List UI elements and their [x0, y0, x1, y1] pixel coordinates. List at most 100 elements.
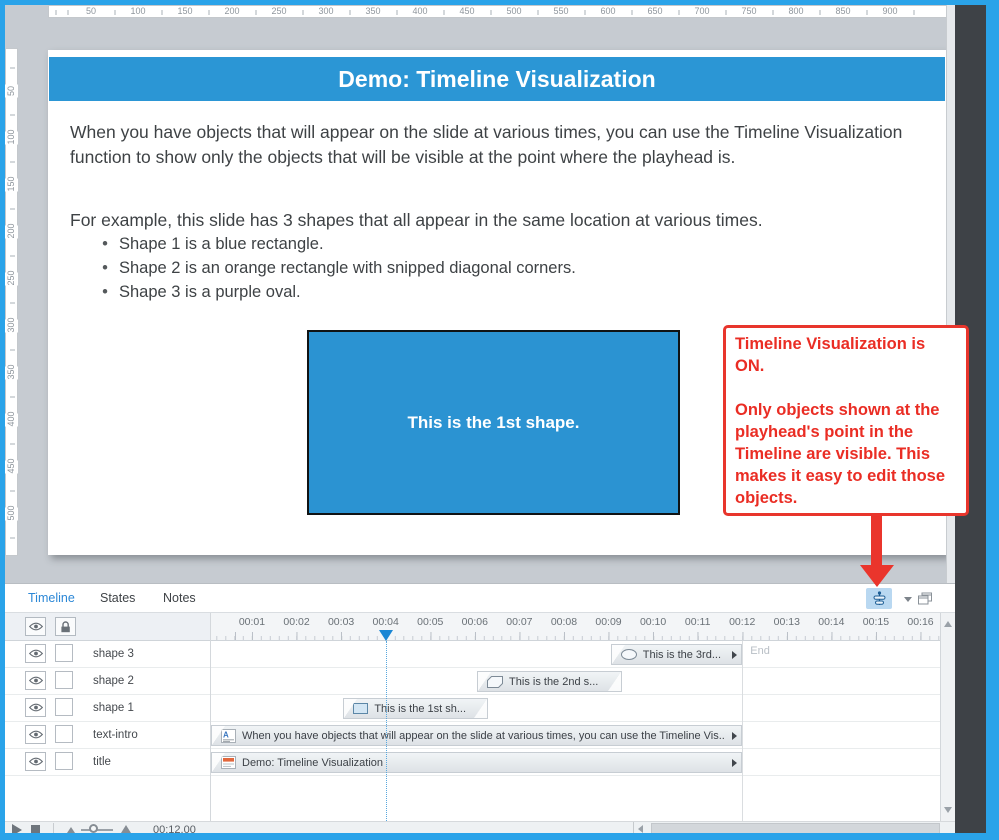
chevron-down-icon[interactable]: [904, 597, 912, 602]
timeline-row-text-intro: text-intro A When you have objects that …: [5, 722, 940, 749]
timeline-header-left: [5, 613, 210, 641]
time-label: 00:10: [639, 616, 667, 628]
zoom-in-icon[interactable]: [121, 825, 131, 833]
divider: [53, 823, 54, 833]
annotation-callout[interactable]: Timeline Visualization is ON. Only objec…: [723, 325, 969, 516]
ruler-label: 150: [5, 176, 18, 192]
ruler-label: 400: [5, 411, 18, 427]
extend-to-end-icon: [732, 651, 738, 659]
shape-1-rectangle[interactable]: This is the 1st shape.: [307, 330, 680, 515]
timeline-ruler[interactable]: 00:01 00:02 00:03 00:04 00:05 00:06 00:0…: [210, 613, 940, 641]
tab-timeline[interactable]: Timeline: [28, 584, 75, 612]
shape-1-label: This is the 1st shape.: [407, 412, 580, 432]
time-label: 00:05: [417, 616, 444, 628]
time-label: 00:03: [327, 616, 355, 628]
ruler-label: 50: [5, 84, 18, 98]
lock-checkbox[interactable]: [55, 644, 73, 662]
rect-icon: [353, 703, 369, 714]
row-name[interactable]: title: [93, 749, 111, 775]
lock-checkbox[interactable]: [55, 725, 73, 743]
slide-paragraph-example[interactable]: For example, this slide has 3 shapes tha…: [70, 208, 926, 233]
visibility-toggle[interactable]: [25, 671, 46, 690]
timeline-bar-title[interactable]: Demo: Timeline Visualization: [211, 752, 743, 773]
timeline-visualization-icon: [873, 591, 885, 605]
slide-paragraph-intro[interactable]: When you have objects that will appear o…: [70, 120, 926, 170]
lock-checkbox[interactable]: [55, 671, 73, 689]
panel-tab-bar: Timeline States Notes: [5, 584, 955, 613]
scroll-left-icon[interactable]: [638, 825, 643, 833]
timeline-bar-shape3[interactable]: This is the 3rd...: [610, 644, 743, 665]
bullet-dot: •: [102, 259, 108, 277]
timeline-vertical-scrollbar[interactable]: [940, 613, 955, 821]
ruler-label: 700: [692, 6, 712, 17]
major-ticks: [210, 632, 940, 640]
column-divider: [210, 613, 211, 821]
bullet-dot: •: [102, 283, 108, 301]
eye-icon: [28, 703, 43, 712]
bar-label: This is the 3rd...: [642, 648, 722, 661]
zoom-out-icon[interactable]: [67, 827, 75, 833]
timeline-bar-text-intro[interactable]: A When you have objects that will appear…: [211, 725, 743, 746]
visibility-toggle[interactable]: [25, 644, 46, 663]
timeline-bar-shape2[interactable]: This is the 2nd s...: [477, 671, 622, 692]
ruler-label: 800: [786, 6, 806, 17]
time-label: 00:04: [372, 616, 399, 628]
timeline-bar-shape1[interactable]: This is the 1st sh...: [343, 698, 489, 719]
tab-notes[interactable]: Notes: [163, 584, 196, 612]
lock-all-button[interactable]: [55, 617, 76, 636]
visibility-toggle[interactable]: [25, 698, 46, 717]
row-name[interactable]: shape 1: [93, 695, 134, 721]
ruler-label: 200: [222, 6, 242, 17]
annotation-arrow-head: [860, 565, 894, 587]
divider: [633, 822, 634, 833]
visibility-toggle[interactable]: [25, 725, 46, 744]
ruler-label: 250: [269, 6, 289, 17]
slide-bullet-list[interactable]: • Shape 1 is a blue rectangle. • Shape 2…: [97, 232, 917, 304]
timeline-visualization-button[interactable]: [866, 588, 892, 609]
bullet-text: Shape 2 is an orange rectangle with snip…: [119, 259, 576, 277]
eye-icon: [28, 676, 43, 685]
eye-icon: [28, 757, 43, 766]
timeline-row-shape3: shape 3 This is the 3rd...: [5, 641, 940, 668]
scroll-down-icon[interactable]: [944, 807, 952, 813]
slide-title-bar[interactable]: Demo: Timeline Visualization: [49, 57, 945, 101]
play-button[interactable]: [12, 824, 22, 833]
panel-window-icon[interactable]: [918, 592, 932, 610]
ruler-label: 200: [5, 223, 18, 239]
time-label: 00:13: [773, 616, 800, 628]
visibility-toggle[interactable]: [25, 752, 46, 771]
time-label: 00:15: [862, 616, 890, 628]
time-label: 00:16: [907, 616, 934, 628]
oval-icon: [620, 649, 637, 660]
ruler-label: 100: [128, 6, 148, 17]
row-name[interactable]: shape 3: [93, 641, 134, 667]
lock-checkbox[interactable]: [55, 698, 73, 716]
ruler-label: 300: [5, 317, 18, 333]
time-label: 00:07: [506, 616, 533, 628]
row-name[interactable]: text-intro: [93, 722, 138, 748]
scroll-up-icon[interactable]: [944, 621, 952, 627]
lock-checkbox[interactable]: [55, 752, 73, 770]
zoom-slider-knob[interactable]: [89, 824, 98, 833]
timeline-toolbar: 00:12.00: [5, 821, 955, 833]
bullet-text: Shape 3 is a purple oval.: [119, 283, 301, 301]
ruler-label: 550: [551, 6, 571, 17]
playhead-handle[interactable]: [378, 630, 393, 641]
row-name[interactable]: shape 2: [93, 668, 134, 694]
tab-states[interactable]: States: [100, 584, 135, 612]
stop-button[interactable]: [31, 825, 40, 833]
eye-icon: [28, 622, 43, 631]
ruler-label: 900: [880, 6, 900, 17]
annotation-arrow: [871, 514, 882, 569]
bullet-item: • Shape 3 is a purple oval.: [97, 280, 917, 304]
show-hide-all-button[interactable]: [25, 617, 46, 636]
timeline-horizontal-scrollbar[interactable]: [651, 823, 940, 833]
ruler-label: 350: [5, 364, 18, 380]
time-display: 00:12.00: [153, 824, 196, 836]
title-placeholder-icon: [221, 756, 236, 769]
slide-title: Demo: Timeline Visualization: [338, 65, 656, 92]
ruler-label: 850: [833, 6, 853, 17]
ruler-label: 350: [363, 6, 383, 17]
ruler-label: 500: [504, 6, 524, 17]
callout-line-2: Only objects shown at the playhead's poi…: [735, 401, 945, 507]
